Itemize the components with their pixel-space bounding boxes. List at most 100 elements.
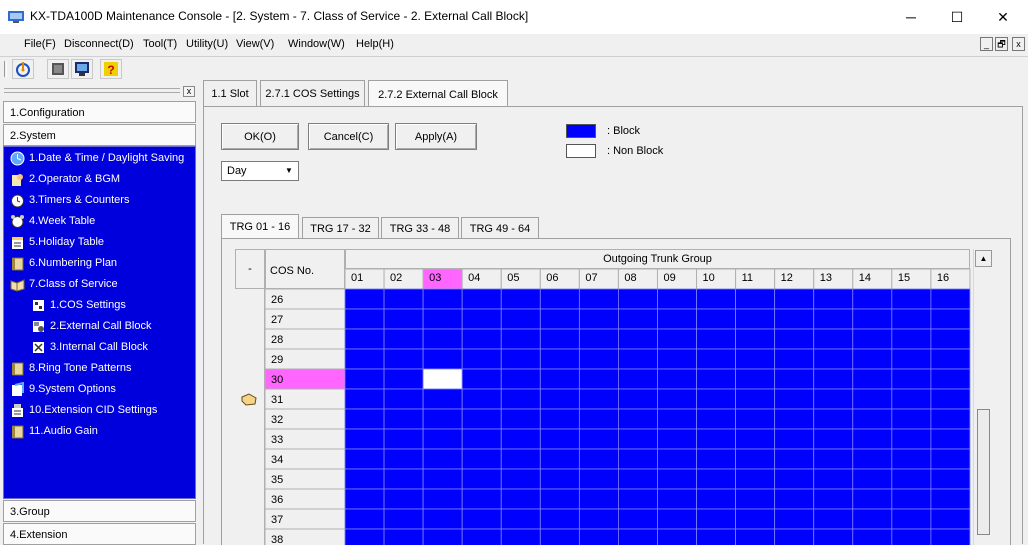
grid-cell[interactable] [735, 368, 776, 390]
grid-cell[interactable] [657, 488, 697, 510]
disconnect-button[interactable] [47, 59, 69, 79]
grid-cell[interactable] [852, 448, 893, 470]
grid-cell[interactable] [657, 408, 697, 430]
grid-cell[interactable] [422, 408, 463, 430]
grid-cell[interactable] [930, 368, 971, 390]
menu-view[interactable]: View(V) [236, 38, 274, 50]
grid-cell[interactable] [618, 388, 658, 410]
grid-cell[interactable] [657, 308, 697, 330]
grid-cell[interactable] [344, 348, 385, 370]
grid-cell[interactable] [422, 508, 463, 530]
grid-cell[interactable] [930, 468, 971, 490]
grid-cell[interactable] [930, 508, 971, 530]
grid-cell[interactable] [383, 368, 424, 390]
grid-cell[interactable] [461, 408, 502, 430]
grid-cell[interactable] [696, 468, 737, 490]
grid-cell[interactable] [539, 528, 580, 545]
grid-cell[interactable] [422, 328, 463, 350]
tree-item-cos-settings[interactable]: 1.COS Settings [31, 295, 126, 315]
ok-button[interactable]: OK(O) [221, 123, 299, 150]
grid-cell[interactable] [578, 308, 619, 330]
grid-cell[interactable] [539, 408, 580, 430]
grid-cell[interactable] [539, 488, 580, 510]
grid-cell[interactable] [930, 388, 971, 410]
cancel-button[interactable]: Cancel(C) [308, 123, 389, 150]
tab-cos-settings[interactable]: 2.7.1 COS Settings [260, 80, 365, 106]
grid-cell[interactable] [383, 488, 424, 510]
grid-cell[interactable] [930, 448, 971, 470]
menu-file[interactable]: File(F) [24, 38, 56, 50]
sidebar-grip[interactable] [4, 88, 180, 93]
grid-cell[interactable] [539, 448, 580, 470]
grid-cell[interactable] [422, 448, 463, 470]
grid-cell[interactable] [618, 308, 658, 330]
grid-cell[interactable] [618, 428, 658, 450]
grid-cell[interactable] [618, 408, 658, 430]
grid-cell[interactable] [461, 288, 502, 310]
grid-cell[interactable] [696, 288, 737, 310]
grid-cell[interactable] [852, 368, 893, 390]
grid-cell[interactable] [618, 288, 658, 310]
grid-cell[interactable] [539, 288, 580, 310]
grid-cell[interactable] [813, 348, 854, 370]
grid-cell[interactable] [735, 348, 776, 370]
tree-item-class-of-service[interactable]: 7.Class of Service [10, 274, 118, 294]
grid-cell[interactable] [696, 508, 737, 530]
grid-cell[interactable] [500, 528, 541, 545]
grid-cell[interactable] [891, 508, 932, 530]
grid-cell[interactable] [383, 328, 424, 350]
grid-cell[interactable] [930, 308, 971, 330]
grid-cell[interactable] [735, 428, 776, 450]
menu-help[interactable]: Help(H) [356, 38, 394, 50]
grid-cell[interactable] [735, 308, 776, 330]
grid-cell[interactable] [500, 308, 541, 330]
grid-cell[interactable] [578, 468, 619, 490]
grid-cell[interactable] [539, 388, 580, 410]
grid-cell[interactable] [422, 288, 463, 310]
grid-cell[interactable] [735, 408, 776, 430]
grid-cell[interactable] [735, 448, 776, 470]
mdi-restore-button[interactable]: 🗗 [995, 37, 1008, 51]
grid-cell[interactable] [930, 428, 971, 450]
grid-cell[interactable] [696, 348, 737, 370]
grid-cell[interactable] [383, 408, 424, 430]
grid-cell[interactable] [578, 328, 619, 350]
grid-cell[interactable] [461, 328, 502, 350]
grid-cell[interactable] [422, 528, 463, 545]
grid-cell[interactable] [344, 328, 385, 350]
grid-cell[interactable] [930, 488, 971, 510]
grid-cell[interactable] [461, 508, 502, 530]
grid-cell[interactable] [422, 308, 463, 330]
grid-cell[interactable] [891, 348, 932, 370]
grid-cell[interactable] [461, 528, 502, 545]
grid-cell[interactable] [774, 348, 815, 370]
grid-cell[interactable] [774, 468, 815, 490]
grid-cell[interactable] [383, 288, 424, 310]
grid-cell[interactable] [891, 488, 932, 510]
grid-cell[interactable] [578, 488, 619, 510]
connect-button[interactable] [12, 59, 34, 79]
grid-cell[interactable] [500, 508, 541, 530]
grid-cell[interactable] [461, 308, 502, 330]
grid-cell[interactable] [813, 408, 854, 430]
grid-cell[interactable] [852, 348, 893, 370]
grid-cell[interactable] [852, 408, 893, 430]
grid-cell[interactable] [774, 488, 815, 510]
tree-item-ring-tone[interactable]: 8.Ring Tone Patterns [10, 358, 132, 378]
grid-cell[interactable] [461, 488, 502, 510]
menu-disconnect[interactable]: Disconnect(D) [64, 38, 134, 50]
grid-cell[interactable] [735, 468, 776, 490]
grid-cell[interactable] [774, 328, 815, 350]
grid-cell[interactable] [774, 428, 815, 450]
tree-item-extension-cid[interactable]: 10.Extension CID Settings [10, 400, 157, 420]
tab-external-call-block[interactable]: 2.7.2 External Call Block [368, 80, 508, 108]
grid-cell[interactable] [344, 488, 385, 510]
grid-cell[interactable] [930, 348, 971, 370]
tab-slot[interactable]: 1.1 Slot [203, 80, 257, 106]
grid-cell[interactable] [422, 348, 463, 370]
grid-cell[interactable] [696, 328, 737, 350]
day-mode-select[interactable]: Day ▼ [221, 161, 299, 181]
grid-cell[interactable] [813, 308, 854, 330]
grid-cell[interactable] [344, 528, 385, 545]
grid-cell[interactable] [852, 468, 893, 490]
